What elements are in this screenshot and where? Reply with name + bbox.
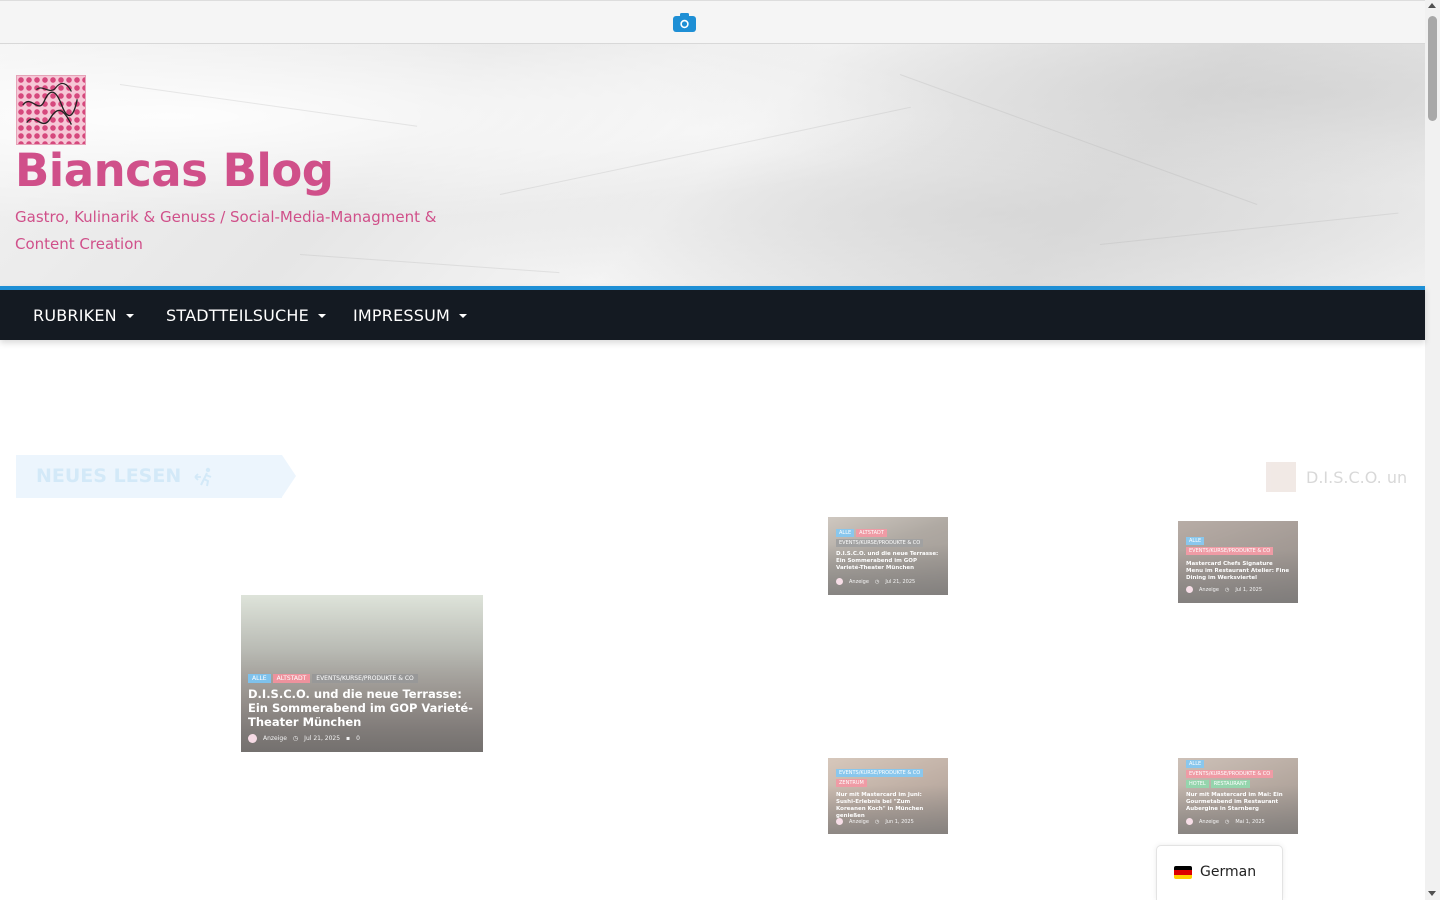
site-title[interactable]: Biancas Blog [15, 144, 334, 197]
caret-down-icon [317, 313, 326, 318]
germany-flag-icon [1174, 866, 1192, 879]
site-header: Biancas Blog Gastro, Kulinarik & Genuss … [0, 44, 1425, 286]
post-tag[interactable]: ZENTRUM [836, 779, 867, 787]
post-title[interactable]: Mastercard Chefs Signature Menu im Resta… [1186, 561, 1291, 582]
post-title[interactable]: Nur mit Mastercard im Juni: Sushi-Erlebn… [836, 792, 941, 820]
featured-post-card[interactable]: ALLE ALTSTADT EVENTS/KURSE/PRODUKTE & CO… [241, 595, 483, 752]
post-date: Jul 21, 2025 [885, 578, 916, 585]
nav-item-label: IMPRESSUM [353, 306, 451, 325]
post-date: Jul 21, 2025 [304, 735, 341, 742]
post-date: Jul 1, 2025 [1235, 586, 1263, 593]
post-tags: EVENTS/KURSE/PRODUKTE & CO ZENTRUM [836, 769, 941, 787]
post-author[interactable]: Anzeige [263, 735, 287, 742]
ticker-thumbnail [1266, 462, 1296, 492]
post-tag[interactable]: EVENTS/KURSE/PRODUKTE & CO [1186, 770, 1274, 778]
browser-toolbar [0, 0, 1425, 44]
post-card[interactable]: EVENTS/KURSE/PRODUKTE & CO ZENTRUM Nur m… [828, 758, 948, 834]
post-tag[interactable]: EVENTS/KURSE/PRODUKTE & CO [836, 539, 924, 547]
author-avatar [1186, 818, 1193, 825]
author-avatar [1186, 586, 1193, 593]
author-avatar [836, 578, 843, 585]
scrollbar-thumb[interactable] [1428, 16, 1437, 121]
post-author[interactable]: Anzeige [849, 819, 869, 825]
nav-item-stadtteilsuche[interactable]: STADTTEILSUCHE [166, 306, 326, 325]
post-tag[interactable]: ALLE [836, 529, 855, 537]
post-meta: Anzeige ◷ Jun 1, 2025 [836, 818, 914, 825]
language-switcher[interactable]: German [1156, 845, 1283, 900]
post-tag[interactable]: HOTEL [1186, 780, 1209, 788]
language-label: German [1200, 864, 1257, 880]
post-tag[interactable]: EVENTS/KURSE/PRODUKTE & CO [836, 769, 924, 777]
post-card[interactable]: ALLE EVENTS/KURSE/PRODUKTE & CO Masterca… [1178, 521, 1298, 603]
post-title[interactable]: D.I.S.C.O. und die neue Terrasse: Ein So… [836, 551, 941, 572]
author-avatar [836, 818, 843, 825]
post-tags: ALLE EVENTS/KURSE/PRODUKTE & CO [1186, 537, 1291, 555]
post-tag[interactable]: ALTSTADT [856, 529, 887, 537]
post-author[interactable]: Anzeige [849, 579, 869, 585]
post-author[interactable]: Anzeige [1199, 819, 1219, 825]
post-meta: Anzeige ◷ Jul 21, 2025 [836, 578, 915, 585]
post-date: Jun 1, 2025 [885, 818, 914, 825]
post-tags: ALLE ALTSTADT EVENTS/KURSE/PRODUKTE & CO [248, 674, 468, 683]
scroll-up-arrow-icon[interactable] [1428, 3, 1436, 8]
nav-item-label: RUBRIKEN [33, 306, 117, 325]
walking-person-icon [194, 467, 212, 487]
site-tagline: Gastro, Kulinarik & Genuss / Social-Medi… [15, 208, 437, 253]
post-tag[interactable]: RESTAURANT [1210, 780, 1250, 788]
post-card[interactable]: ALLE ALTSTADT EVENTS/KURSE/PRODUKTE & CO… [828, 517, 948, 595]
post-tag[interactable]: ALLE [1186, 537, 1205, 545]
clock-icon: ◷ [874, 818, 880, 825]
nav-item-impressum[interactable]: IMPRESSUM [353, 306, 468, 325]
news-ticker[interactable]: D.I.S.C.O. un [1266, 462, 1407, 492]
post-meta: Anzeige ◷ Mai 1, 2025 [1186, 818, 1265, 825]
post-title[interactable]: D.I.S.C.O. und die neue Terrasse: Ein So… [248, 687, 478, 729]
page-scrollbar[interactable] [1425, 0, 1440, 900]
post-author[interactable]: Anzeige [1199, 587, 1219, 593]
read-new-label: NEUES LESEN [16, 455, 296, 498]
post-date: Mai 1, 2025 [1235, 818, 1265, 825]
post-tags: ALLE ALTSTADT EVENTS/KURSE/PRODUKTE & CO [836, 529, 941, 547]
nav-item-label: STADTTEILSUCHE [166, 306, 309, 325]
camera-icon[interactable] [673, 12, 696, 32]
post-tag[interactable]: ALLE [1186, 760, 1205, 768]
post-comments: 0 [356, 735, 360, 742]
post-tags: ALLE EVENTS/KURSE/PRODUKTE & CO HOTEL RE… [1186, 760, 1291, 788]
comment-icon: ▪ [346, 735, 351, 742]
post-tag[interactable]: ALLE [248, 674, 271, 683]
caret-down-icon [125, 313, 134, 318]
site-logo[interactable] [16, 75, 86, 145]
clock-icon: ◷ [1224, 586, 1230, 593]
post-card[interactable]: ALLE EVENTS/KURSE/PRODUKTE & CO HOTEL RE… [1178, 758, 1298, 834]
nav-item-rubriken[interactable]: RUBRIKEN [33, 306, 134, 325]
main-navigation: RUBRIKEN STADTTEILSUCHE IMPRESSUM [0, 286, 1425, 340]
author-avatar [248, 734, 257, 743]
post-tag[interactable]: EVENTS/KURSE/PRODUKTE & CO [312, 674, 418, 683]
post-meta: Anzeige ◷ Jul 1, 2025 [1186, 586, 1262, 593]
ticker-text: D.I.S.C.O. un [1306, 467, 1408, 487]
post-tag[interactable]: ALTSTADT [272, 674, 311, 683]
post-meta: Anzeige ◷ Jul 21, 2025 ▪ 0 [248, 734, 360, 743]
post-tag[interactable]: EVENTS/KURSE/PRODUKTE & CO [1186, 547, 1274, 555]
post-title[interactable]: Nur mit Mastercard im Mai: Ein Gourmetab… [1186, 792, 1291, 813]
scroll-down-arrow-icon[interactable] [1428, 891, 1436, 896]
clock-icon: ◷ [1224, 818, 1230, 825]
clock-icon: ◷ [874, 578, 880, 585]
read-new-text: NEUES LESEN [36, 465, 182, 487]
clock-icon: ◷ [292, 735, 299, 742]
caret-down-icon [459, 313, 468, 318]
